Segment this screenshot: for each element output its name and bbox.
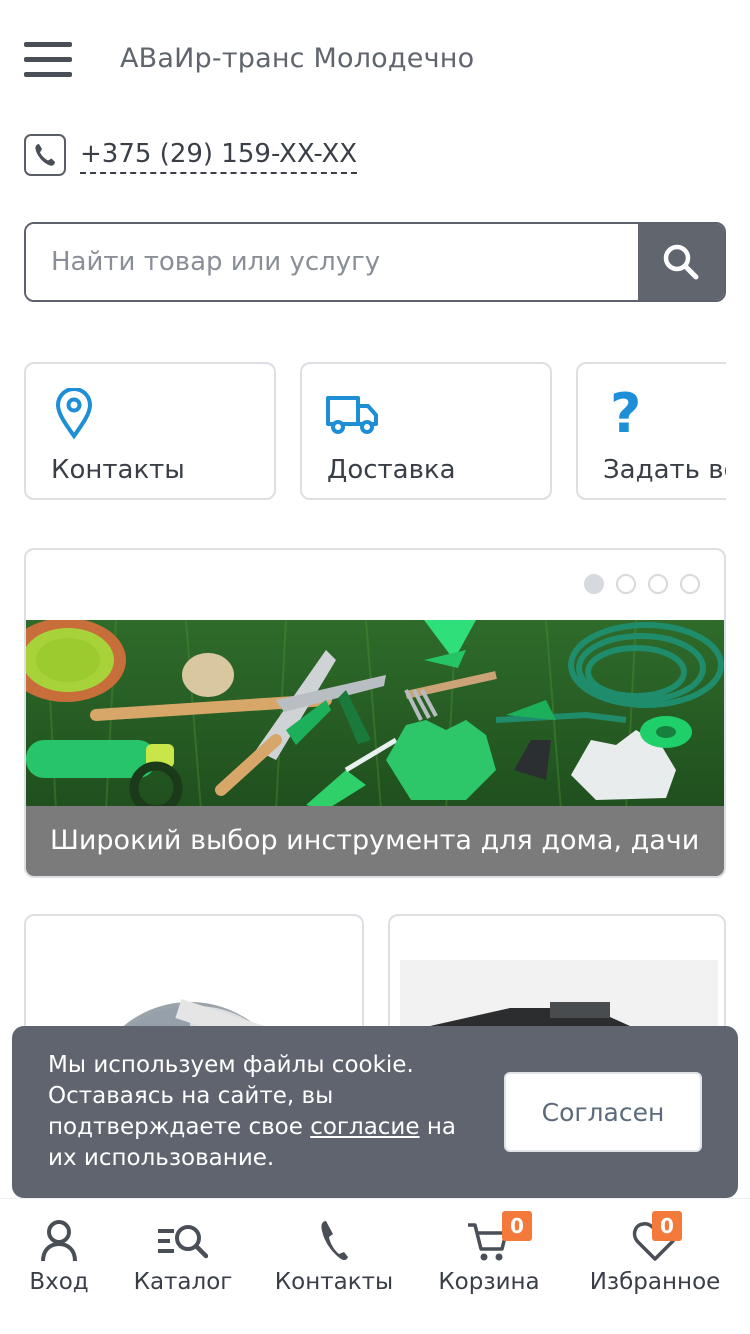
quick-link-label: Задать вопрос — [603, 455, 726, 485]
nav-contacts[interactable]: Контакты — [272, 1199, 396, 1334]
carousel-dot[interactable] — [648, 574, 668, 594]
hamburger-menu-icon[interactable] — [24, 40, 72, 80]
search-icon — [663, 244, 699, 280]
nav-label: Корзина — [438, 1269, 540, 1295]
burger-line — [24, 42, 72, 47]
carousel-dot[interactable] — [680, 574, 700, 594]
nav-label: Контакты — [274, 1269, 394, 1295]
carousel-dots — [584, 574, 700, 594]
burger-line — [24, 57, 72, 62]
consent-link[interactable]: согласие — [310, 1114, 419, 1140]
catalog-search-icon — [158, 1225, 208, 1259]
header: АВаИр-транс Молодечно — [0, 0, 750, 120]
nav-login[interactable]: Вход — [14, 1199, 104, 1334]
promo-banner[interactable]: Широкий выбор инструмента для дома, дачи — [24, 548, 726, 878]
question-mark-icon: ? — [610, 388, 641, 440]
cookie-message: Мы используем файлы cookie. Оставаясь на… — [48, 1050, 488, 1174]
bottom-navigation: Вход Каталог Контакты 0 Корзина 0 Избран… — [0, 1198, 750, 1334]
location-pin-icon — [55, 388, 93, 440]
accept-cookies-button[interactable]: Согласен — [504, 1072, 702, 1152]
nav-cart[interactable]: 0 Корзина — [434, 1199, 544, 1334]
cookie-consent-banner: Мы используем файлы cookie. Оставаясь на… — [12, 1026, 738, 1198]
phone-icon — [321, 1221, 348, 1261]
quick-links: Контакты Доставка ? Задать вопрос — [24, 362, 726, 502]
quick-link-delivery[interactable]: Доставка — [300, 362, 552, 500]
favorites-count-badge: 0 — [652, 1211, 682, 1241]
cart-count-badge: 0 — [502, 1211, 532, 1241]
search-button[interactable] — [638, 224, 724, 300]
nav-label: Избранное — [589, 1269, 721, 1295]
search-input[interactable] — [26, 224, 638, 300]
burger-line — [24, 72, 72, 77]
carousel-dot[interactable] — [584, 574, 604, 594]
phone-row[interactable]: +375 (29) 159-XX-XX — [24, 133, 358, 177]
quick-link-contacts[interactable]: Контакты — [24, 362, 276, 500]
quick-link-label: Доставка — [327, 455, 456, 485]
garden-tools-image — [26, 620, 724, 810]
nav-label: Каталог — [133, 1269, 233, 1295]
banner-caption: Широкий выбор инструмента для дома, дачи — [26, 806, 724, 876]
quick-link-ask-question[interactable]: ? Задать вопрос — [576, 362, 726, 500]
svg-text:?: ? — [610, 388, 641, 440]
user-icon — [41, 1220, 77, 1262]
phone-icon[interactable] — [24, 134, 66, 176]
carousel-dot[interactable] — [616, 574, 636, 594]
nav-label: Вход — [29, 1269, 89, 1295]
search-bar — [24, 222, 726, 302]
shop-title[interactable]: АВаИр-транс Молодечно — [120, 43, 474, 74]
phone-number-link[interactable]: +375 (29) 159-XX-XX — [80, 137, 358, 174]
nav-favorites[interactable]: 0 Избранное — [584, 1199, 726, 1334]
nav-catalog[interactable]: Каталог — [128, 1199, 238, 1334]
delivery-truck-icon — [326, 396, 378, 434]
quick-link-label: Контакты — [51, 455, 185, 485]
